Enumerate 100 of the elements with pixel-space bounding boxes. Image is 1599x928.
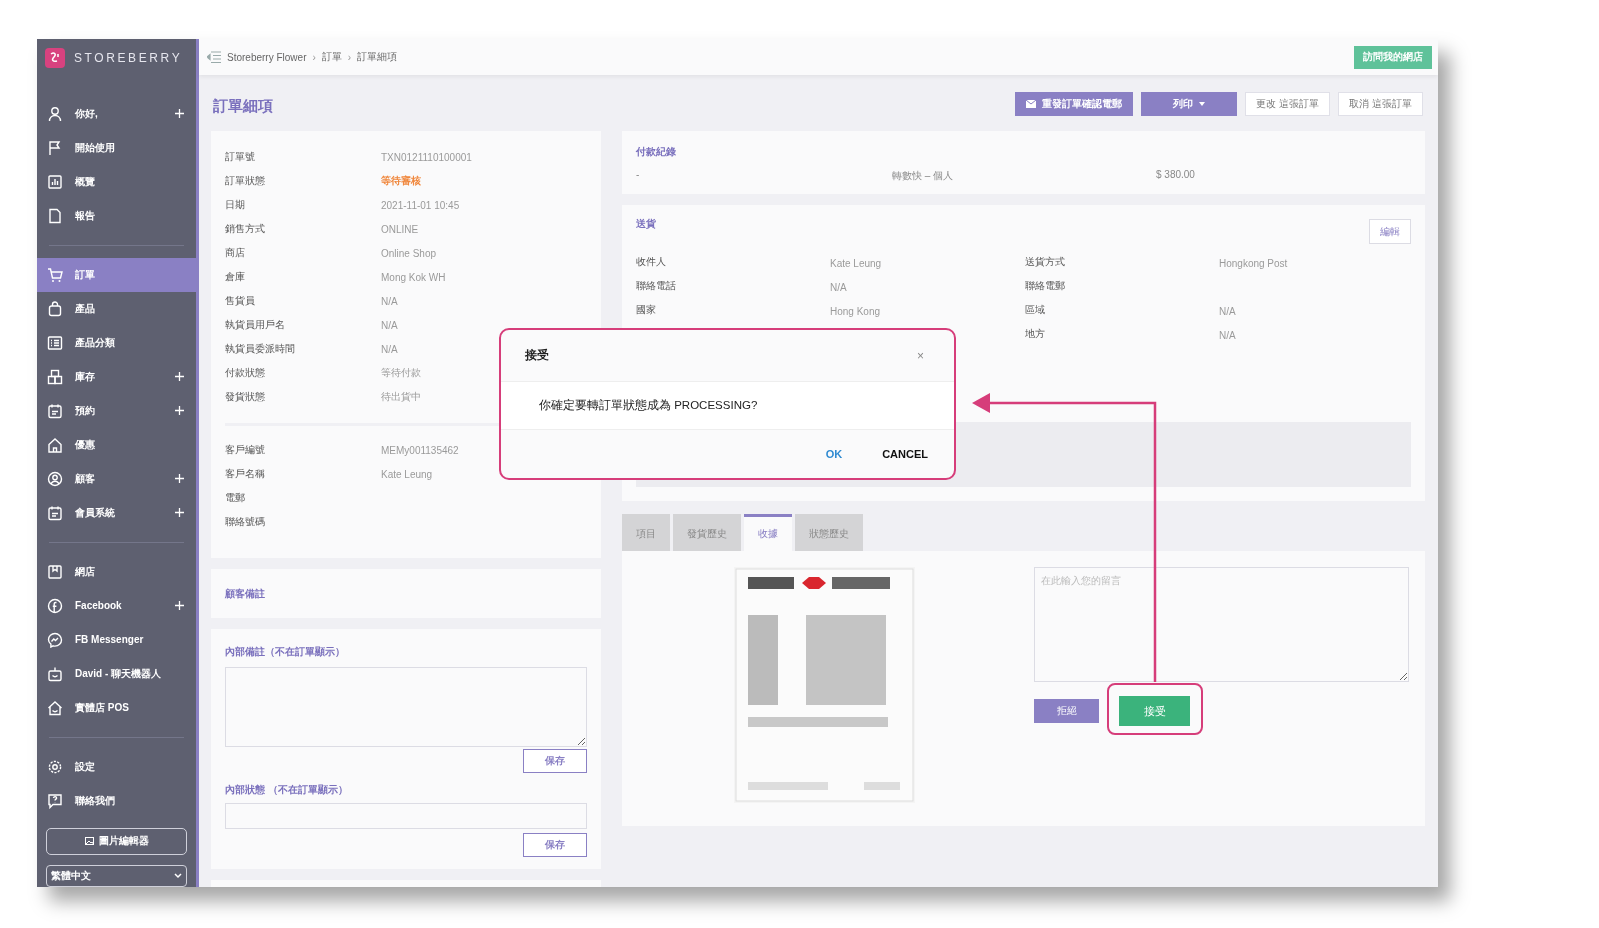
- save-button[interactable]: 保存: [523, 749, 587, 773]
- field-label: 訂單號: [225, 150, 256, 164]
- calendar-icon: [47, 402, 63, 419]
- home-icon: [47, 436, 63, 453]
- field-label: 日期: [225, 198, 246, 212]
- facebook-icon: [47, 597, 63, 614]
- field-label: 區域: [1025, 303, 1046, 317]
- sidebar-item[interactable]: 實體店 POS: [37, 690, 196, 725]
- payment-cell-text: 轉數快 – 個人: [892, 169, 955, 183]
- field-value: Kate Leung: [830, 258, 882, 269]
- breadcrumb-separator: ›: [312, 51, 316, 63]
- section-title: 送貨: [636, 217, 656, 231]
- settings-icon: [47, 758, 63, 775]
- payment-cell-text: $ 380.00: [1156, 169, 1196, 182]
- sidebar-item[interactable]: 產品分類: [37, 325, 196, 360]
- resend-email-button[interactable]: 重發訂單確認電郵: [1015, 92, 1134, 116]
- sidebar-item[interactable]: 優惠: [37, 427, 196, 462]
- image-editor-button[interactable]: 圖片編輯器: [46, 827, 187, 856]
- field-label: 客戶編號: [225, 443, 266, 457]
- user-icon: [47, 105, 63, 122]
- field-value: N/A: [381, 343, 398, 355]
- sidebar-item[interactable]: 概覽: [37, 164, 196, 199]
- internal-note-field[interactable]: [225, 667, 587, 747]
- field-label: 執貨員委派時間: [225, 342, 296, 356]
- sidebar-item[interactable]: 設定: [37, 749, 196, 784]
- field-value: MEMy001135462: [381, 444, 459, 456]
- cancel-button[interactable]: CANCEL: [882, 448, 928, 460]
- field-label: 內部備註（不在訂單顯示）: [225, 645, 346, 659]
- image-icon: [84, 837, 94, 846]
- field-label: 發貨狀態: [225, 390, 266, 404]
- breadcrumb-link[interactable]: 訂單細項: [357, 50, 398, 64]
- sidebar-item[interactable]: 庫存: [37, 359, 196, 394]
- storefront-icon: [47, 563, 63, 580]
- sidebar-item[interactable]: 網店: [37, 554, 196, 589]
- print-dropdown-button[interactable]: 列印: [1141, 92, 1238, 116]
- menu-icon: [207, 51, 221, 63]
- field-value: TXN0121110100001: [381, 151, 472, 163]
- sidebar-item[interactable]: 顧客: [37, 461, 196, 496]
- order-action-button[interactable]: 取消 這張訂單: [1338, 92, 1423, 116]
- boxes-icon: [47, 368, 63, 385]
- sidebar-item[interactable]: Facebook: [37, 588, 196, 623]
- field-value: N/A: [1219, 330, 1236, 341]
- reject-button[interactable]: 拒絕: [1034, 699, 1099, 723]
- field-value: N/A: [381, 295, 398, 307]
- breadcrumb-link[interactable]: 訂單: [321, 50, 342, 64]
- sidebar-item[interactable]: 訂單: [37, 257, 196, 292]
- cart-icon: [47, 266, 63, 283]
- page-title: 訂單細項: [213, 96, 274, 116]
- close-button[interactable]: ×: [917, 348, 924, 363]
- sidebar-item[interactable]: 預約: [37, 393, 196, 428]
- sidebar-item[interactable]: 報告: [37, 198, 196, 233]
- field-label: 訂單狀態: [225, 174, 266, 188]
- list-icon: [47, 334, 63, 351]
- sidebar-item[interactable]: 你好,: [37, 96, 196, 131]
- section-title: 付款紀錄: [636, 145, 677, 159]
- field-label: 售貨員: [225, 294, 256, 308]
- logo-icon: [45, 47, 65, 68]
- field-value: N/A: [1219, 306, 1236, 317]
- section-title: 顧客備註: [225, 587, 266, 601]
- envelope-icon: [1026, 100, 1037, 108]
- field-label: 執貨員用戶名: [225, 318, 286, 332]
- dialog-title: 接受: [525, 347, 549, 364]
- save-button[interactable]: 保存: [523, 833, 587, 857]
- chart-icon: [47, 173, 63, 190]
- dialog-message: 你確定要轉訂單狀態成為 PROCESSING?: [501, 382, 954, 430]
- field-value: Kate Leung: [381, 468, 433, 480]
- breadcrumb-separator: ›: [347, 51, 352, 63]
- field-value: Hong Kong: [830, 306, 881, 317]
- tab[interactable]: 收據: [744, 514, 792, 551]
- field-value: Mong Kok WH: [381, 271, 446, 283]
- sidebar-item[interactable]: David - 聊天機器人: [37, 656, 196, 691]
- breadcrumb-link[interactable]: Storeberry Flower: [227, 51, 307, 63]
- field-label: 銷售方式: [225, 222, 266, 236]
- field-label: 送貨方式: [1025, 255, 1066, 269]
- sidebar-item[interactable]: 產品: [37, 291, 196, 326]
- internal-status-field[interactable]: [225, 803, 587, 829]
- field-label: 電郵: [225, 491, 246, 505]
- field-label: 商店: [225, 246, 246, 260]
- edit-button[interactable]: 編輯: [1369, 219, 1411, 244]
- sidebar-item[interactable]: 會員系統: [37, 495, 196, 530]
- order-action-button[interactable]: 更改 這張訂單: [1245, 92, 1331, 116]
- sidebar-item[interactable]: FB Messenger: [37, 622, 196, 657]
- calendar-icon: [47, 504, 63, 521]
- sidebar-item[interactable]: 開始使用: [37, 130, 196, 165]
- field-label: 收件人: [636, 255, 667, 269]
- ok-button[interactable]: OK: [825, 448, 843, 460]
- field-label: 聯絡號碼: [225, 515, 266, 529]
- field-label: 聯絡電話: [636, 279, 677, 293]
- document-icon: [47, 207, 63, 224]
- user-circle-icon: [47, 470, 63, 487]
- field-label: 倉庫: [225, 270, 246, 284]
- field-label: 地方: [1025, 327, 1046, 341]
- field-label: 內部狀態 （不在訂單顯示）: [225, 783, 349, 797]
- sidebar-item[interactable]: 聯絡我們: [37, 783, 196, 818]
- chevron-down-icon: [174, 873, 182, 880]
- payment-cell-text: -: [636, 169, 641, 182]
- language-select[interactable]: 繁體中文: [46, 865, 187, 887]
- field-label: 國家: [636, 303, 657, 317]
- field-label: 付款狀態: [225, 366, 266, 380]
- field-value: Hongkong Post: [1219, 258, 1288, 269]
